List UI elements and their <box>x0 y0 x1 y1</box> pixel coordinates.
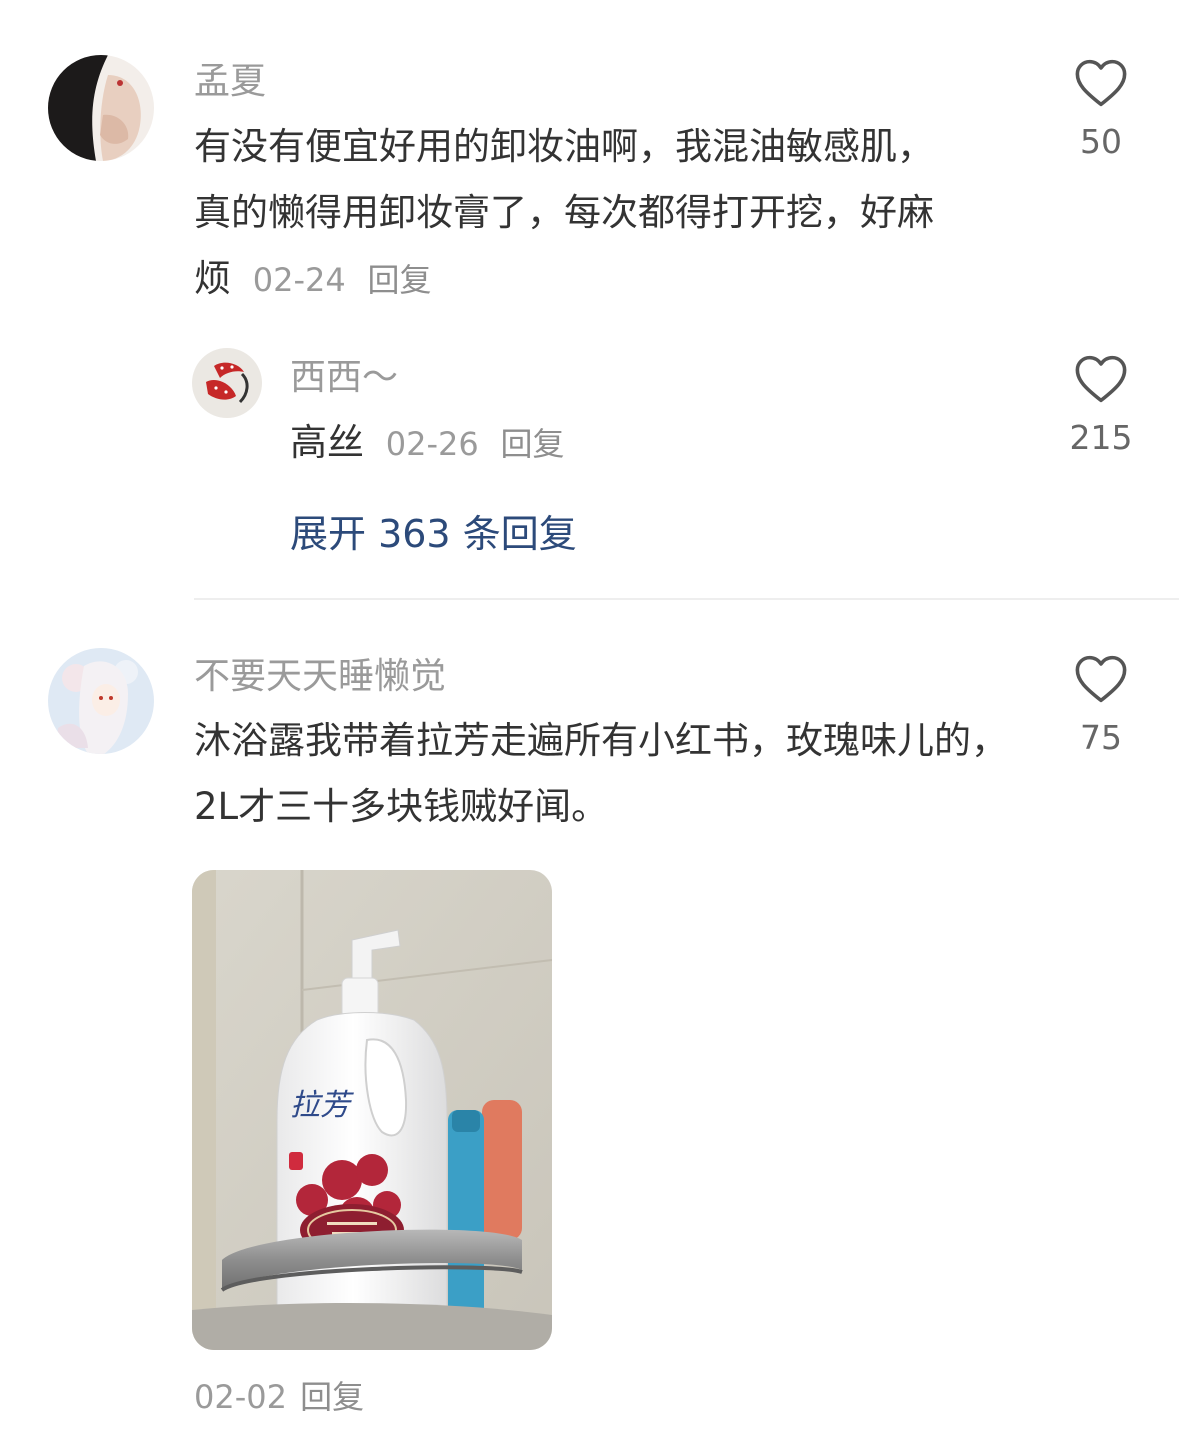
like-count: 75 <box>1080 718 1122 757</box>
comment-author[interactable]: 不要天天睡懒觉 <box>194 655 446 699</box>
comment-meta: 02-02 回复 <box>194 1372 364 1418</box>
comment-text: 有没有便宜好用的卸妆油啊，我混油敏感肌，真的懒得用卸妆膏了，每次都得打开挖，好麻… <box>194 114 969 313</box>
bottle-brand-label: 拉芳 <box>290 1088 354 1123</box>
avatar[interactable] <box>48 55 154 161</box>
like-button[interactable]: 215 <box>1060 354 1142 457</box>
reply-button[interactable]: 回复 <box>501 425 565 463</box>
avatar[interactable] <box>48 648 154 754</box>
comment-author[interactable]: 孟夏 <box>194 60 266 104</box>
expand-replies-button[interactable]: 展开 363 条回复 <box>290 503 577 558</box>
reply-author[interactable]: 西西～ <box>290 356 398 400</box>
comment-text: 沐浴露我带着拉芳走遍所有小红书，玫瑰味儿的，2L才三十多块钱贼好闻。 <box>194 719 1008 828</box>
divider <box>194 598 1179 600</box>
reply-button[interactable]: 回复 <box>300 1378 364 1416</box>
comment-image[interactable]: 拉芳 <box>192 870 552 1350</box>
comment-date: 02-24 <box>252 261 346 299</box>
reply-date: 02-26 <box>385 425 479 463</box>
like-button[interactable]: 50 <box>1060 58 1142 161</box>
reply-body: 高丝 <box>290 421 364 464</box>
heart-outline-icon <box>1075 655 1127 703</box>
comment-date: 02-02 <box>194 1378 287 1416</box>
reply-button[interactable]: 回复 <box>368 261 432 299</box>
heart-outline-icon <box>1075 355 1127 403</box>
heart-outline-icon <box>1075 59 1127 107</box>
avatar[interactable] <box>192 348 262 418</box>
like-button[interactable]: 75 <box>1060 654 1142 757</box>
like-count: 215 <box>1069 418 1133 457</box>
like-count: 50 <box>1080 122 1122 161</box>
reply-text: 高丝 02-26 回复 <box>290 410 565 477</box>
